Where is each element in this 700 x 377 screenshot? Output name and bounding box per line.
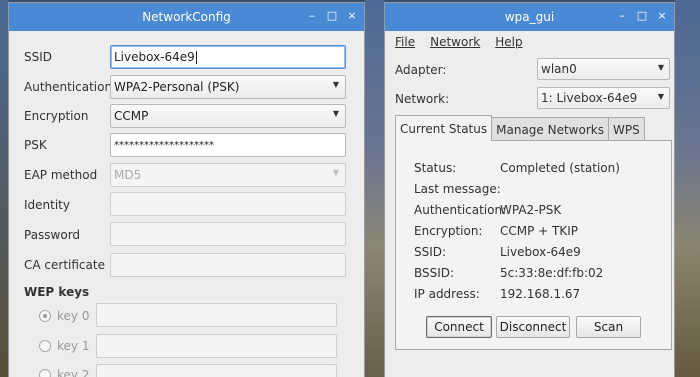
desktop-background <box>0 0 8 377</box>
bssid-status-value: 5c:33:8e:df:fb:02 <box>500 266 604 280</box>
radio-icon <box>39 369 51 377</box>
authentication-label: Authentication <box>24 80 113 94</box>
ip-address-value: 192.168.1.67 <box>500 287 581 301</box>
network-config-window: NetworkConfig – □ × SSID Livebox-64e9 Au… <box>8 2 365 377</box>
encryption-select[interactable]: CCMP ▼ <box>110 104 346 128</box>
encryption-status-label: Encryption: <box>414 224 483 238</box>
network-select[interactable]: 1: Livebox-64e9 ▼ <box>537 87 670 109</box>
wpa-gui-window: wpa_gui – □ × File Network Help Adapter:… <box>384 2 675 377</box>
wep-key-0-input[interactable] <box>96 303 337 327</box>
ca-certificate-label: CA certificate <box>24 258 105 272</box>
wep-key-0-label: key 0 <box>57 309 90 323</box>
wep-key-2-label: key 2 <box>57 368 90 377</box>
menu-help[interactable]: Help <box>495 35 522 49</box>
eap-method-label: EAP method <box>24 168 98 182</box>
text-cursor <box>195 50 197 64</box>
chevron-down-icon: ▼ <box>657 63 664 72</box>
wep-keys-title: WEP keys <box>24 285 90 299</box>
authentication-status-label: Authentication: <box>414 203 507 217</box>
adapter-label: Adapter: <box>395 63 447 77</box>
identity-input[interactable] <box>110 192 346 216</box>
ip-address-label: IP address: <box>414 287 480 301</box>
scan-button[interactable]: Scan <box>576 316 641 338</box>
identity-label: Identity <box>24 198 70 212</box>
wpa-gui-titlebar[interactable]: wpa_gui – □ × <box>385 3 674 31</box>
encryption-label: Encryption <box>24 109 89 123</box>
window-title: NetworkConfig <box>142 10 231 24</box>
minimize-icon[interactable]: – <box>616 9 628 23</box>
network-config-titlebar[interactable]: NetworkConfig – □ × <box>9 3 364 31</box>
desktop-background <box>365 0 384 377</box>
menu-network[interactable]: Network <box>430 35 480 49</box>
menu-file[interactable]: File <box>395 35 415 49</box>
wep-key-1-input[interactable] <box>96 334 337 358</box>
psk-label: PSK <box>24 138 47 152</box>
minimize-icon[interactable]: – <box>306 9 318 23</box>
ca-certificate-input[interactable] <box>110 253 346 277</box>
psk-input[interactable]: ******************** <box>110 133 346 157</box>
maximize-icon[interactable]: □ <box>326 9 338 23</box>
wep-key-2-radio[interactable]: key 2 <box>39 368 89 377</box>
desktop-background <box>675 0 700 377</box>
maximize-icon[interactable]: □ <box>636 9 648 23</box>
radio-icon <box>39 340 51 352</box>
disconnect-button[interactable]: Disconnect <box>496 316 570 338</box>
close-icon[interactable]: × <box>656 9 668 23</box>
eap-method-select[interactable]: MD5 ▼ <box>110 163 346 187</box>
close-icon[interactable]: × <box>346 9 358 23</box>
wep-key-0-radio[interactable]: key 0 <box>39 309 89 323</box>
adapter-select[interactable]: wlan0 ▼ <box>537 58 670 80</box>
last-message-label: Last message: <box>414 182 501 196</box>
tab-bar: Current Status Manage Networks WPS <box>395 115 645 141</box>
ssid-status-label: SSID: <box>414 245 447 259</box>
encryption-value: CCMP <box>114 109 149 123</box>
tab-current-status[interactable]: Current Status <box>395 115 493 141</box>
wep-key-1-label: key 1 <box>57 339 90 353</box>
status-label: Status: <box>414 161 457 175</box>
chevron-down-icon: ▼ <box>657 92 664 101</box>
wep-key-1-radio[interactable]: key 1 <box>39 339 89 353</box>
radio-checked-icon <box>39 310 51 322</box>
status-value: Completed (station) <box>500 161 620 175</box>
chevron-down-icon: ▼ <box>332 80 339 89</box>
chevron-down-icon: ▼ <box>332 168 339 177</box>
network-value: 1: Livebox-64e9 <box>541 91 638 105</box>
tab-wps[interactable]: WPS <box>607 117 645 141</box>
authentication-status-value: WPA2-PSK <box>500 203 562 217</box>
authentication-value: WPA2-Personal (PSK) <box>114 80 240 94</box>
password-input[interactable] <box>110 222 346 246</box>
ssid-label: SSID <box>24 50 53 64</box>
psk-value: ******************** <box>114 139 214 151</box>
adapter-value: wlan0 <box>541 62 577 76</box>
bssid-status-label: BSSID: <box>414 266 455 280</box>
tab-manage-networks[interactable]: Manage Networks <box>491 117 609 141</box>
eap-method-value: MD5 <box>114 168 142 182</box>
ssid-input[interactable]: Livebox-64e9 <box>110 45 346 69</box>
encryption-status-value: CCMP + TKIP <box>500 224 579 238</box>
menu-bar: File Network Help <box>385 31 674 53</box>
connect-button[interactable]: Connect <box>426 316 492 338</box>
network-label: Network: <box>395 92 450 106</box>
ssid-value: Livebox-64e9 <box>114 50 195 64</box>
wep-key-2-input[interactable] <box>96 364 337 377</box>
window-title: wpa_gui <box>504 10 555 24</box>
current-status-panel: Status: Completed (station) Last message… <box>395 140 672 350</box>
chevron-down-icon: ▼ <box>332 109 339 118</box>
password-label: Password <box>24 228 81 242</box>
ssid-status-value: Livebox-64e9 <box>500 245 581 259</box>
authentication-select[interactable]: WPA2-Personal (PSK) ▼ <box>110 75 346 99</box>
